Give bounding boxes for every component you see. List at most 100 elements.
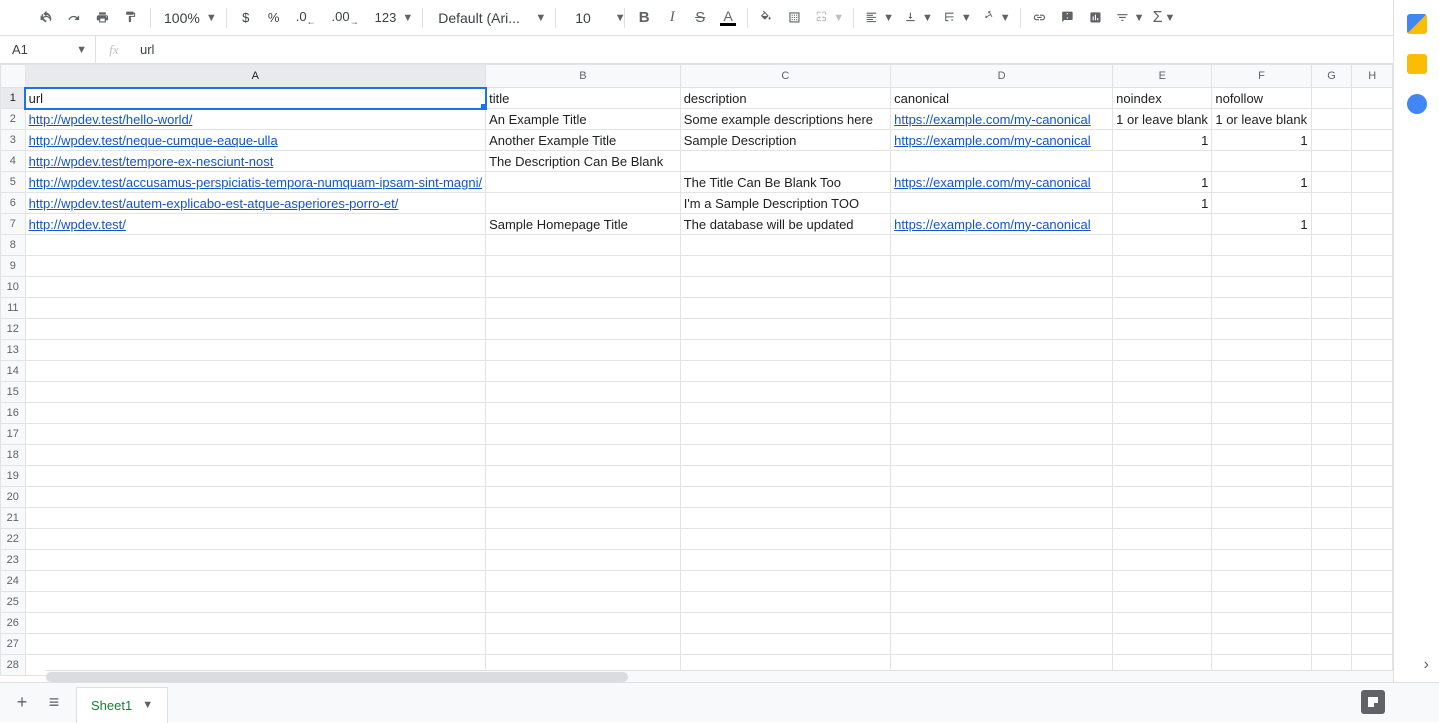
row-header[interactable]: 26	[1, 613, 26, 634]
cell[interactable]	[486, 340, 681, 361]
cell[interactable]: I'm a Sample Description TOO	[680, 193, 890, 214]
cell[interactable]	[1352, 109, 1393, 130]
borders-button[interactable]	[782, 5, 808, 31]
cell[interactable]	[486, 634, 681, 655]
cell[interactable]	[25, 550, 485, 571]
cell[interactable]: Sample Homepage Title	[486, 214, 681, 235]
cell[interactable]	[1212, 445, 1311, 466]
cell[interactable]	[486, 445, 681, 466]
row-header[interactable]: 13	[1, 340, 26, 361]
cell[interactable]	[486, 172, 681, 193]
cell[interactable]: The database will be updated	[680, 214, 890, 235]
cell[interactable]	[891, 445, 1113, 466]
cell[interactable]	[486, 466, 681, 487]
cell[interactable]	[891, 298, 1113, 319]
row-header[interactable]: 10	[1, 277, 26, 298]
cell[interactable]	[891, 235, 1113, 256]
column-header[interactable]: E	[1113, 65, 1212, 88]
row-header[interactable]: 22	[1, 529, 26, 550]
cell[interactable]	[680, 403, 890, 424]
cell[interactable]	[1212, 571, 1311, 592]
italic-button[interactable]: I	[659, 5, 685, 31]
cell[interactable]	[1113, 592, 1212, 613]
cell[interactable]	[891, 361, 1113, 382]
row-header[interactable]: 4	[1, 151, 26, 172]
cell[interactable]	[1212, 361, 1311, 382]
text-rotation-button[interactable]: ▼	[977, 5, 1014, 31]
cell[interactable]	[1352, 172, 1393, 193]
cell[interactable]	[891, 571, 1113, 592]
cell[interactable]	[680, 424, 890, 445]
cell[interactable]	[1212, 298, 1311, 319]
cell[interactable]	[25, 613, 485, 634]
cell[interactable]: https://example.com/my-canonical	[891, 109, 1113, 130]
cell[interactable]	[1352, 151, 1393, 172]
row-header[interactable]: 5	[1, 172, 26, 193]
cell[interactable]: 1	[1113, 193, 1212, 214]
spreadsheet-grid[interactable]: ABCDEFGH1urltitledescriptioncanonicalnoi…	[0, 64, 1393, 682]
row-header[interactable]: 19	[1, 466, 26, 487]
cell[interactable]	[1311, 319, 1352, 340]
column-header[interactable]: G	[1311, 65, 1352, 88]
cell[interactable]	[1352, 550, 1393, 571]
add-sheet-button[interactable]: +	[12, 692, 32, 713]
cell[interactable]	[1311, 550, 1352, 571]
print-button[interactable]	[90, 5, 116, 31]
cell[interactable]	[1352, 298, 1393, 319]
cell[interactable]	[891, 466, 1113, 487]
cell[interactable]	[1113, 235, 1212, 256]
cell[interactable]: nofollow	[1212, 88, 1311, 109]
more-formats-button[interactable]: 123▼	[368, 5, 417, 31]
cell[interactable]	[486, 277, 681, 298]
cell[interactable]	[1113, 613, 1212, 634]
fill-color-button[interactable]	[754, 5, 780, 31]
row-header[interactable]: 28	[1, 655, 26, 676]
cell[interactable]	[486, 592, 681, 613]
cell[interactable]	[25, 424, 485, 445]
cell[interactable]	[1113, 256, 1212, 277]
cell[interactable]	[680, 613, 890, 634]
cell[interactable]	[680, 151, 890, 172]
strikethrough-button[interactable]: S	[687, 5, 713, 31]
cell[interactable]: http://wpdev.test/tempore-ex-nesciunt-no…	[25, 151, 485, 172]
functions-button[interactable]: Σ▼	[1150, 5, 1179, 31]
cell[interactable]: Sample Description	[680, 130, 890, 151]
cell[interactable]	[486, 403, 681, 424]
cell[interactable]	[486, 361, 681, 382]
row-header[interactable]: 9	[1, 256, 26, 277]
cell[interactable]	[1113, 319, 1212, 340]
cell[interactable]	[1212, 424, 1311, 445]
cell[interactable]	[1113, 466, 1212, 487]
cell[interactable]	[1212, 256, 1311, 277]
cell[interactable]	[1113, 361, 1212, 382]
cell[interactable]	[1352, 319, 1393, 340]
cell[interactable]	[680, 340, 890, 361]
cell[interactable]	[1311, 529, 1352, 550]
cell[interactable]	[1212, 235, 1311, 256]
cell[interactable]	[680, 508, 890, 529]
cell[interactable]	[1311, 592, 1352, 613]
cell[interactable]	[1113, 214, 1212, 235]
cell[interactable]	[1212, 277, 1311, 298]
cell[interactable]: An Example Title	[486, 109, 681, 130]
cell[interactable]	[1352, 214, 1393, 235]
cell[interactable]	[1212, 466, 1311, 487]
cell[interactable]	[1311, 613, 1352, 634]
cell[interactable]	[1352, 88, 1393, 109]
row-header[interactable]: 1	[1, 88, 26, 109]
cell[interactable]	[1352, 403, 1393, 424]
cell[interactable]	[1352, 361, 1393, 382]
row-header[interactable]: 11	[1, 298, 26, 319]
cell[interactable]	[1352, 277, 1393, 298]
text-color-button[interactable]: A	[715, 5, 741, 31]
column-header[interactable]: D	[891, 65, 1113, 88]
decrease-decimal-button[interactable]: .0←	[289, 5, 323, 31]
column-header[interactable]: F	[1212, 65, 1311, 88]
formula-input[interactable]: url	[132, 42, 154, 57]
cell[interactable]: 1	[1212, 130, 1311, 151]
cell[interactable]	[1212, 592, 1311, 613]
cell[interactable]	[1352, 340, 1393, 361]
cell[interactable]	[680, 487, 890, 508]
redo-button[interactable]	[62, 5, 88, 31]
cell[interactable]	[1113, 550, 1212, 571]
